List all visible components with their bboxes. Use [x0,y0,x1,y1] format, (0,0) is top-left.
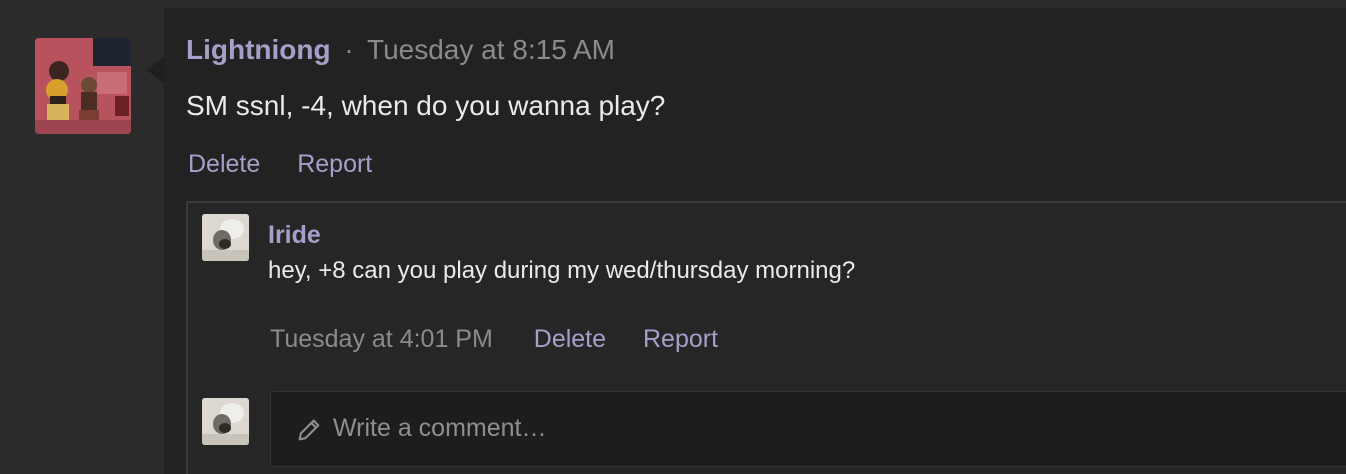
post-timestamp[interactable]: Tuesday at 8:15 AM [367,34,615,65]
avatar-image-icon [202,398,249,445]
reply-comment: Iride hey, +8 can you play during my wed… [186,201,1346,380]
reply-report-button[interactable]: Report [643,325,718,353]
reply-delete-button[interactable]: Delete [534,325,606,353]
post-report-button[interactable]: Report [297,150,372,178]
post-delete-button[interactable]: Delete [188,150,260,178]
separator-dot: · [344,34,354,65]
reply-message: hey, +8 can you play during my wed/thurs… [268,257,856,284]
post-pointer-arrow [147,56,165,84]
post-content: Lightniong · Tuesday at 8:15 AM SM ssnl,… [164,8,1346,474]
avatar-column [0,8,164,474]
current-user-avatar [202,398,249,445]
avatar-image-icon [35,38,131,134]
avatar-image-icon [202,214,249,261]
post-message: SM ssnl, -4, when do you wanna play? [186,90,666,121]
reply-meta: Tuesday at 4:01 PM Delete Report [270,325,748,354]
comment-composer: Write a comment… [186,376,1346,474]
post-header: Lightniong · Tuesday at 8:15 AM [186,34,615,66]
profile-post-page: Lightniong · Tuesday at 8:15 AM SM ssnl,… [0,0,1346,474]
post-actions: Delete Report [188,150,402,179]
reply-timestamp[interactable]: Tuesday at 4:01 PM [270,325,493,353]
pencil-icon [298,419,320,441]
post-author-avatar[interactable] [35,38,131,134]
reply-author-avatar[interactable] [202,214,249,261]
comment-input[interactable]: Write a comment… [270,391,1346,467]
post-author-name[interactable]: Lightniong [186,34,331,65]
top-border [0,0,1346,8]
reply-author-name[interactable]: Iride [268,221,321,250]
comment-placeholder: Write a comment… [333,414,547,442]
